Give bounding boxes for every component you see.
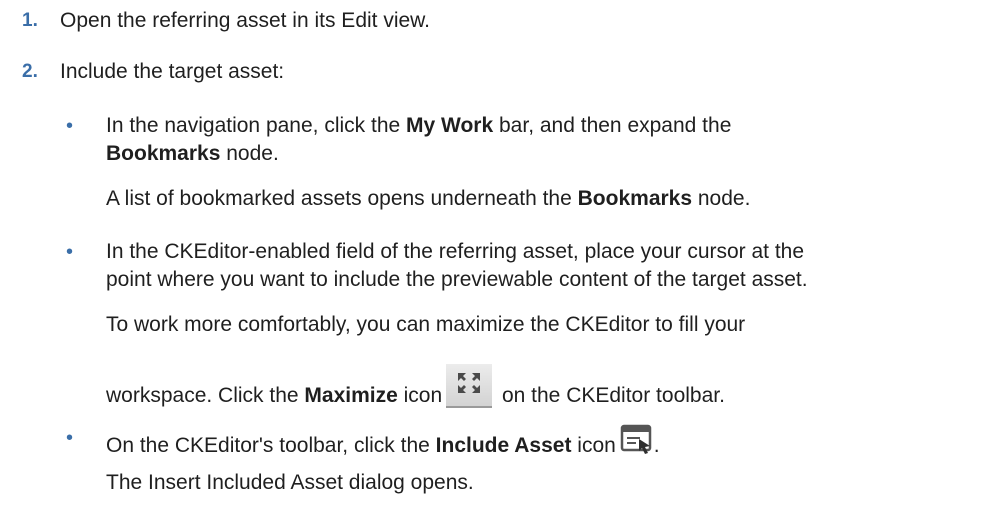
ui-term-include-asset: Include Asset [435,434,572,457]
text-run: A list of bookmarked assets opens undern… [106,187,578,210]
bullet-text: In the CKEditor-enabled field of the ref… [106,240,805,263]
ui-term-bookmarks: Bookmarks [106,142,221,165]
text-run: node. [220,142,279,165]
text-run: node. [692,187,751,210]
step-number: 1. [22,10,38,31]
bullet-text: In the navigation pane, click the My Wor… [106,112,731,140]
bullet-marker: • [66,241,74,263]
text-run: On the CKEditor's toolbar, click the [106,434,436,457]
bullet-note: A list of bookmarked assets opens undern… [106,185,750,213]
step-text: Include the target asset: [60,60,285,83]
procedure-page: 1. Open the referring asset in its Edit … [0,0,1000,517]
text-run: icon [571,434,616,457]
ui-term-bookmarks: Bookmarks [577,187,693,210]
bullet-note-continuation: workspace. Click the Maximize icon on th… [106,364,725,410]
bullet-note: The Insert Included Asset dialog opens. [106,471,474,494]
bullet-note: To work more comfortably, you can maximi… [106,313,746,336]
text-run: . [653,434,660,457]
text-run: on the CKEditor toolbar. [496,384,725,407]
step-text: Open the referring asset in its Edit vie… [60,9,431,32]
text-run: bar, and then expand the [493,114,732,137]
bullet-marker: • [66,115,74,137]
include-asset-icon [620,424,654,456]
bullet-marker: • [66,427,74,449]
bullet-text: On the CKEditor's toolbar, click the Inc… [106,424,660,460]
bullet-text-continuation: point where you want to include the prev… [106,268,808,291]
bullet-text-continuation: Bookmarks node. [106,140,279,168]
maximize-icon [446,364,493,408]
text-run: workspace. Click the [106,384,305,407]
text-run: icon [397,384,443,407]
text-run: In the navigation pane, click the [106,114,407,137]
step-number: 2. [22,61,38,82]
ui-term-maximize: Maximize [304,384,398,407]
ui-term-my-work: My Work [406,114,494,137]
